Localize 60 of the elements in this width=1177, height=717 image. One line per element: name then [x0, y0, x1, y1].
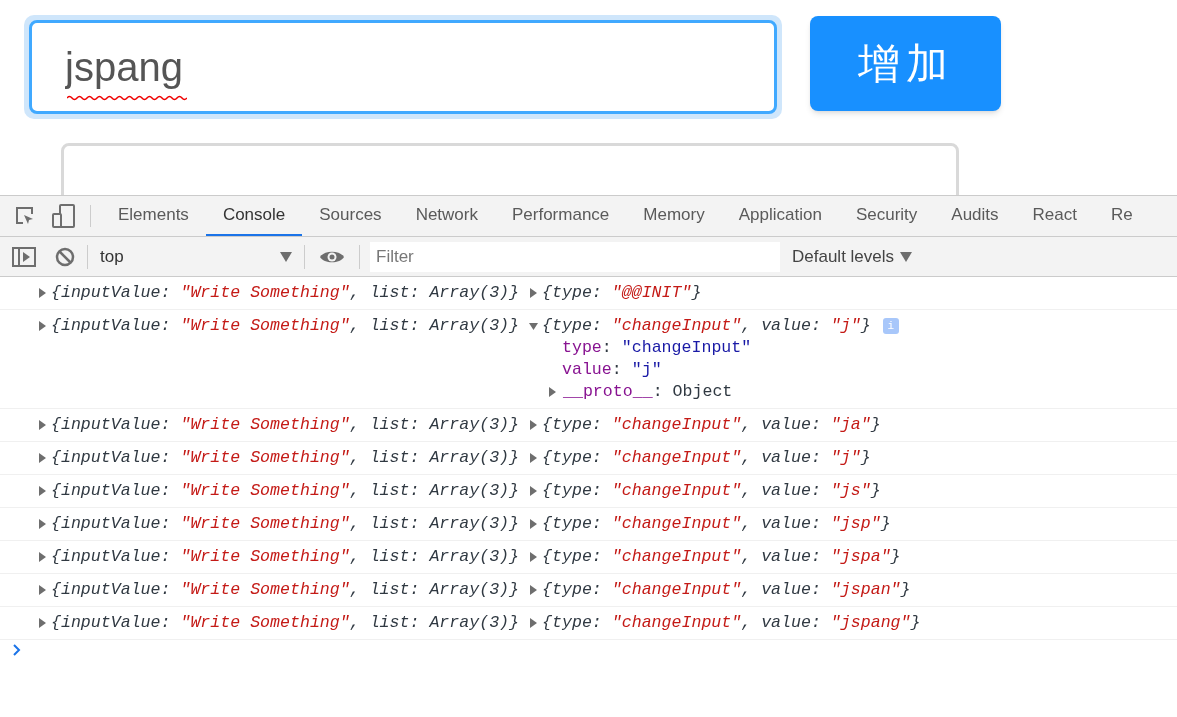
dropdown-icon [900, 251, 913, 262]
devtools-tab[interactable]: React [1015, 196, 1094, 236]
collapsed-triangle-icon[interactable] [38, 321, 47, 331]
clear-icon[interactable] [55, 246, 75, 267]
state-object[interactable]: {inputValue: "Write Something", list: Array(3)} [51, 480, 520, 502]
collapsed-triangle-icon[interactable] [529, 585, 539, 595]
devtools-tab[interactable]: Memory [626, 196, 722, 236]
action-object[interactable]: {type: "changeInput", value: "jsp"} [542, 513, 891, 535]
collapsed-triangle-icon[interactable] [529, 618, 539, 628]
collapsed-triangle-icon[interactable] [38, 420, 47, 430]
action-object[interactable]: {type: "changeInput", value: "j"} [542, 447, 871, 469]
collapsed-triangle-icon[interactable] [38, 453, 47, 463]
property-line: value: "j" [562, 360, 662, 379]
state-object[interactable]: {inputValue: "Write Something", list: Array(3)} [51, 414, 520, 436]
property-line: type: "changeInput" [562, 338, 752, 357]
devtools-tab[interactable]: Network [398, 196, 495, 236]
state-object[interactable]: {inputValue: "Write Something", list: Array(3)} [51, 513, 520, 535]
action-object[interactable]: {type: "changeInput", value: "jspang"} [542, 612, 921, 634]
device-icon[interactable] [52, 204, 76, 228]
collapsed-triangle-icon[interactable] [38, 585, 47, 595]
collapsed-triangle-icon[interactable] [38, 288, 47, 298]
devtools-tab[interactable]: Sources [302, 196, 399, 236]
collapsed-triangle-icon[interactable] [548, 387, 557, 397]
devtools-tab[interactable]: Elements [101, 196, 206, 236]
collapsed-triangle-icon[interactable] [529, 486, 539, 496]
state-object[interactable]: {inputValue: "Write Something", list: Array(3)} [51, 579, 520, 601]
action-object[interactable]: {type: "changeInput", value: "j"} [542, 315, 871, 337]
collapsed-triangle-icon[interactable] [529, 519, 539, 529]
dropdown-icon [280, 251, 292, 262]
collapsed-triangle-icon[interactable] [529, 288, 539, 298]
collapsed-triangle-icon[interactable] [38, 618, 47, 628]
state-object[interactable]: {inputValue: "Write Something", list: Array(3)} [51, 546, 520, 568]
devtools-tab[interactable]: Application [721, 196, 839, 236]
levels-dropdown[interactable]: Default levels [792, 243, 913, 270]
state-object[interactable]: {inputValue: "Write Something", list: Array(3)} [51, 612, 520, 634]
action-object[interactable]: {type: "changeInput", value: "ja"} [542, 414, 881, 436]
collapsed-triangle-icon[interactable] [38, 552, 47, 562]
context-select[interactable]: top [88, 239, 304, 274]
inspect-icon[interactable] [14, 205, 36, 227]
devtools-tab[interactable]: Audits [934, 196, 1016, 236]
action-object[interactable]: {type: "@@INIT"} [542, 282, 702, 304]
collapsed-triangle-icon[interactable] [529, 453, 539, 463]
expanded-triangle-icon[interactable] [529, 321, 539, 331]
sidebar-toggle-icon[interactable] [12, 246, 36, 267]
devtools-tab[interactable]: Re [1094, 196, 1150, 236]
state-object[interactable]: {inputValue: "Write Something", list: Array(3)} [51, 315, 520, 337]
filter-field[interactable]: Filter [370, 241, 780, 272]
proto-line[interactable]: __proto__: Object [563, 381, 733, 403]
collapsed-triangle-icon[interactable] [529, 552, 539, 562]
devtools-tab[interactable]: Security [838, 196, 935, 236]
collapsed-triangle-icon[interactable] [38, 519, 47, 529]
action-object[interactable]: {type: "changeInput", value: "js"} [542, 480, 881, 502]
action-object[interactable]: {type: "changeInput", value: "jspan"} [542, 579, 911, 601]
action-object[interactable]: {type: "changeInput", value: "jspa"} [542, 546, 901, 568]
collapsed-triangle-icon[interactable] [38, 486, 47, 496]
state-object[interactable]: {inputValue: "Write Something", list: Array(3)} [51, 447, 520, 469]
devtools-tab[interactable]: Performance [495, 196, 627, 236]
prompt-icon[interactable] [12, 644, 22, 656]
collapsed-triangle-icon[interactable] [529, 420, 539, 430]
state-object[interactable]: {inputValue: "Write Something", list: Array(3)} [51, 282, 520, 304]
